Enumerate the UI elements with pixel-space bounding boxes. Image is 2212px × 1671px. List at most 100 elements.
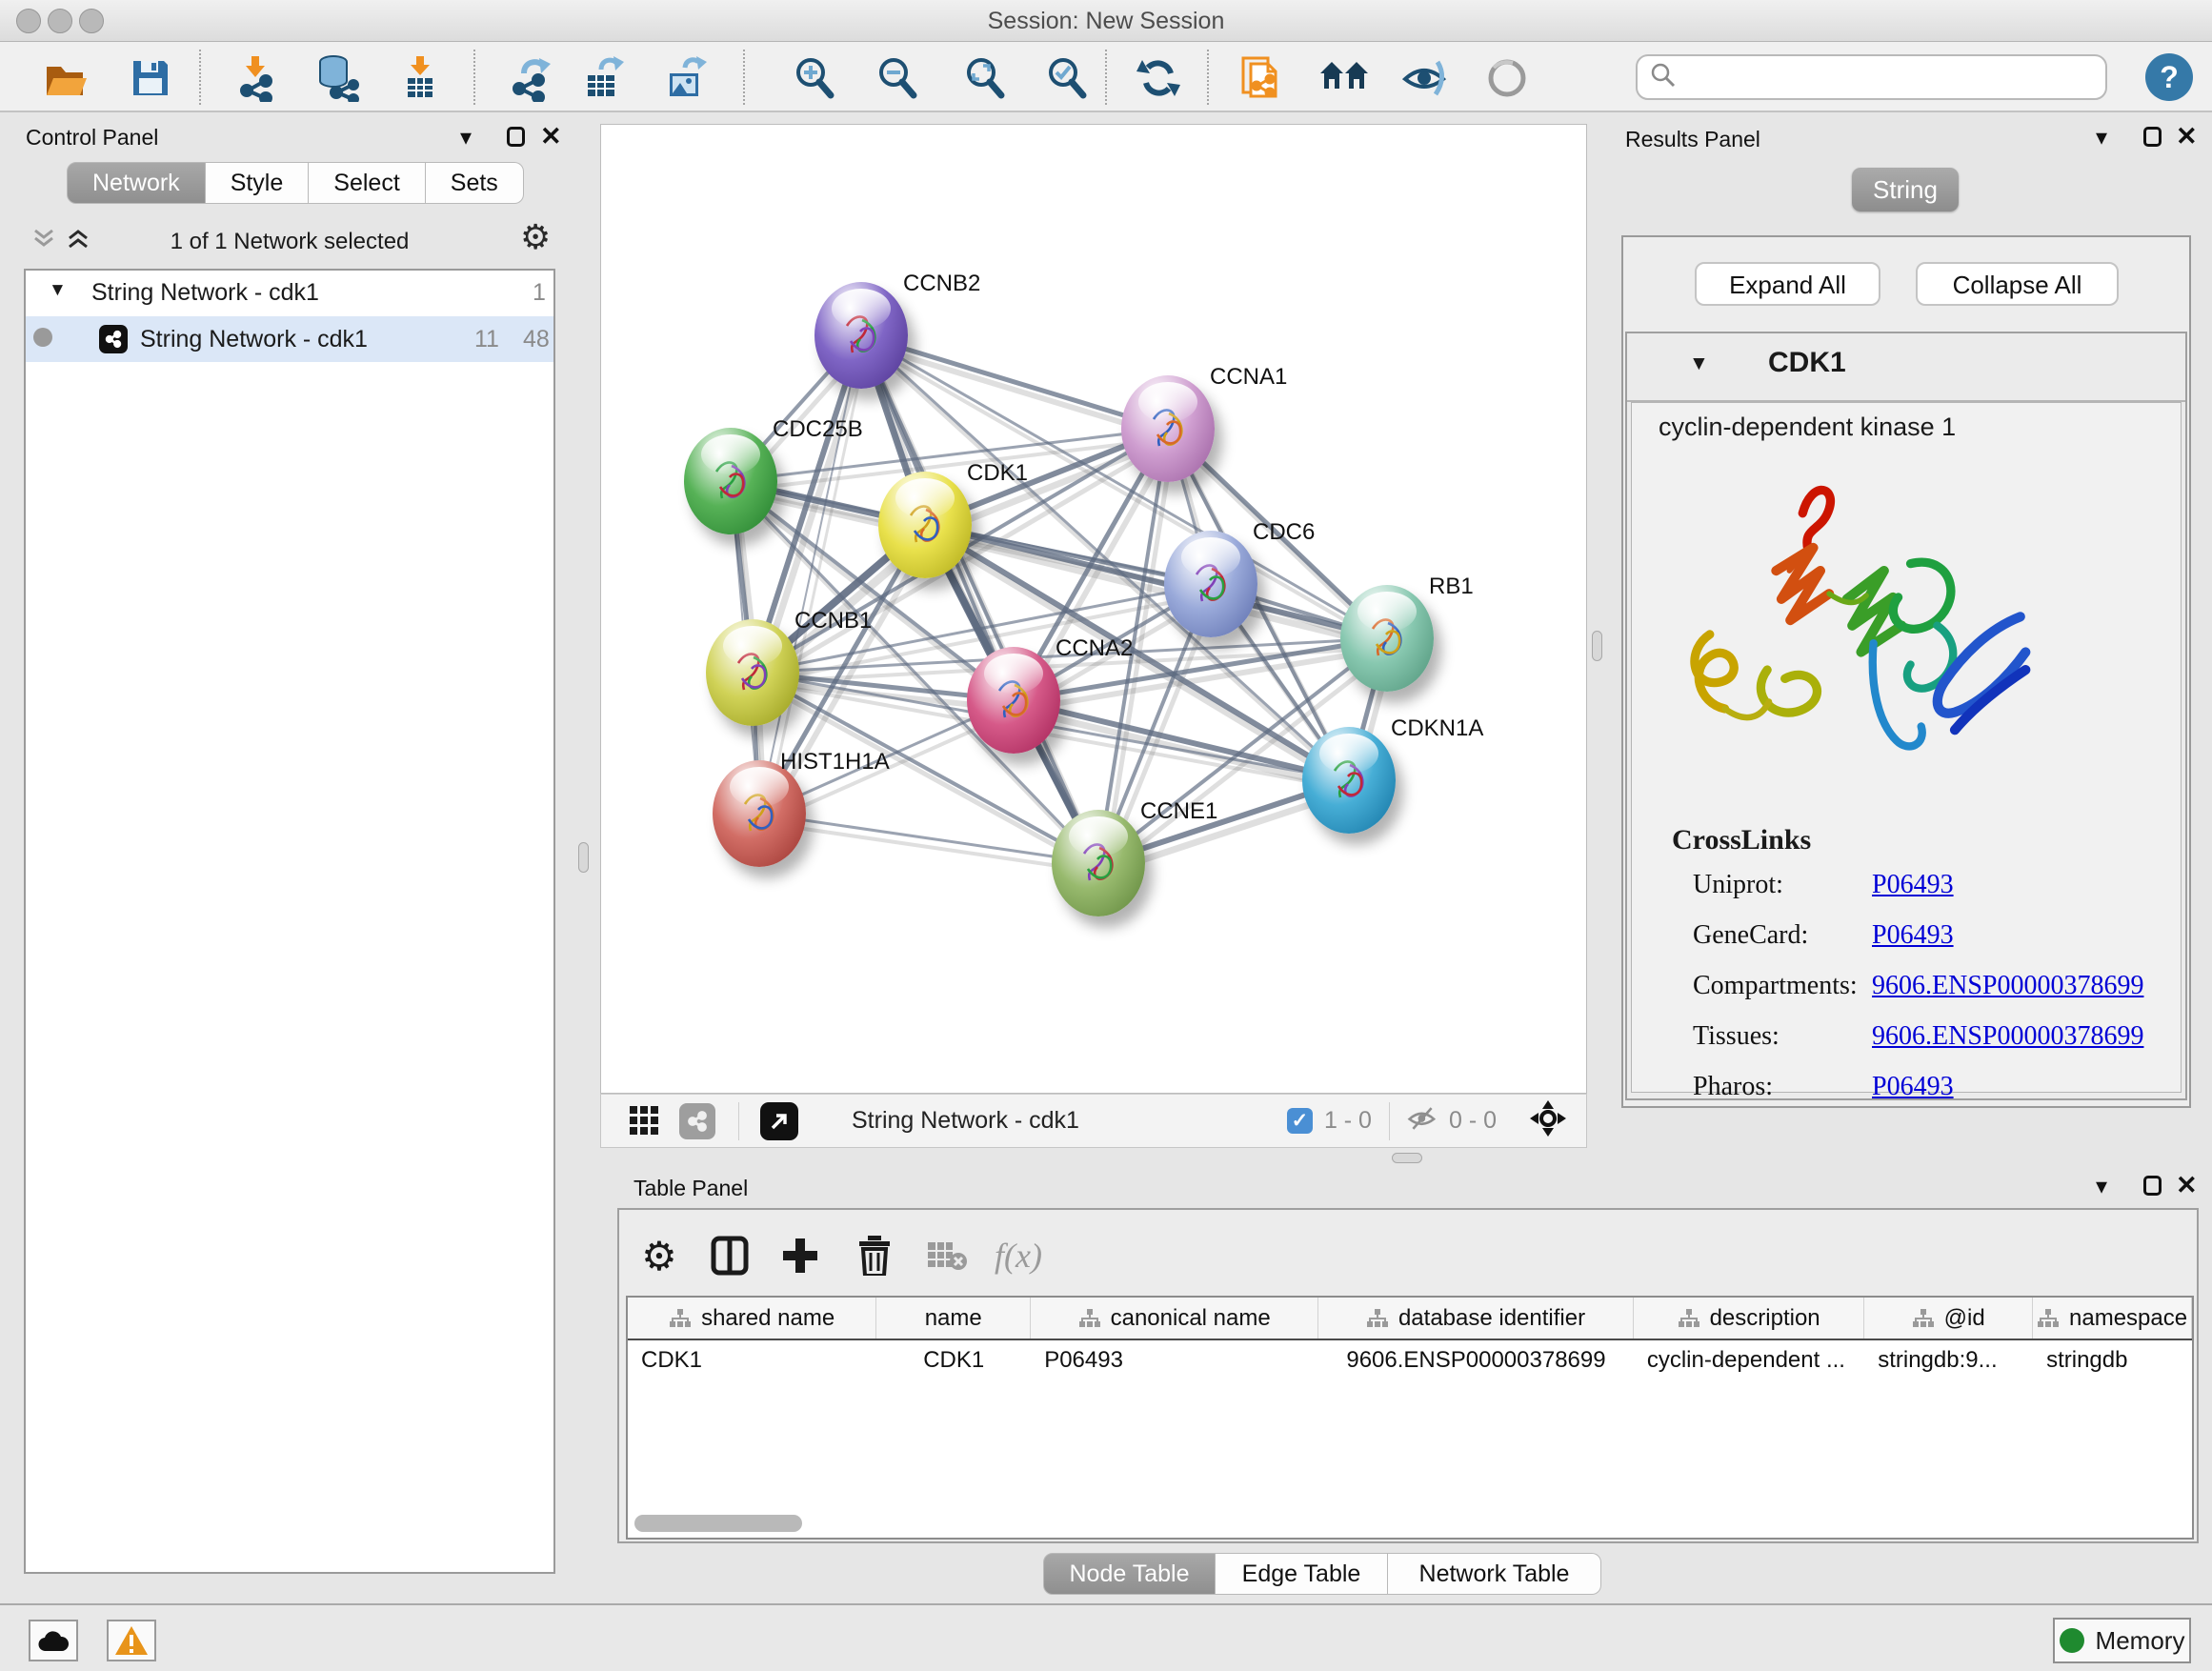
network-node-CCNB2[interactable] <box>814 282 908 389</box>
table-cell[interactable]: stringdb <box>2033 1347 2192 1374</box>
network-node-CDC25B[interactable] <box>684 428 777 534</box>
table-row[interactable]: CDK1CDK1P064939606.ENSP00000378699cyclin… <box>628 1340 2192 1380</box>
table-panel-collapse-button[interactable]: ▾ <box>2096 1173 2107 1200</box>
memory-button[interactable]: Memory <box>2053 1618 2191 1663</box>
network-options-gear-icon[interactable]: ⚙ <box>520 217 551 257</box>
results-panel-close-button[interactable]: ✕ <box>2176 122 2198 151</box>
network-node-CCNB1[interactable] <box>706 619 799 726</box>
collapse-all-button[interactable]: Collapse All <box>1916 262 2119 306</box>
refresh-view-icon[interactable] <box>1133 52 1184 104</box>
left-splitter-handle[interactable] <box>578 842 589 873</box>
network-node-CCNE1[interactable] <box>1052 810 1145 916</box>
network-collection-row[interactable]: ▼ String Network - cdk1 1 <box>26 271 553 316</box>
tab-style[interactable]: Style <box>206 162 310 204</box>
clone-network-icon[interactable] <box>1236 52 1287 104</box>
crosslink-link[interactable]: 9606.ENSP00000378699 <box>1872 971 2143 1001</box>
table-cell[interactable]: CDK1 <box>628 1347 876 1374</box>
selected-count-checkbox-icon[interactable]: ✓ <box>1287 1108 1313 1134</box>
control-panel-close-button[interactable]: ✕ <box>540 122 562 151</box>
column-header-shared-name[interactable]: shared name <box>628 1298 876 1339</box>
crosslink-link[interactable]: P06493 <box>1872 920 1954 951</box>
network-node-CCNA1[interactable] <box>1121 375 1215 482</box>
network-node-CDK1[interactable] <box>878 472 972 578</box>
zoom-in-icon[interactable] <box>790 52 841 104</box>
table-cell[interactable]: cyclin-dependent ... <box>1634 1347 1864 1374</box>
network-node-CCNA2[interactable] <box>967 647 1060 754</box>
column-header--id[interactable]: @id <box>1864 1298 2033 1339</box>
toolbar-search-input[interactable] <box>1636 54 2107 100</box>
import-database-icon[interactable] <box>311 52 362 104</box>
control-panel-float-button[interactable] <box>507 127 525 151</box>
expand-all-button[interactable]: Expand All <box>1695 262 1880 306</box>
column-header-namespace[interactable]: namespace <box>2033 1298 2192 1339</box>
save-session-icon[interactable] <box>125 52 176 104</box>
show-panel-eye-icon[interactable] <box>1482 52 1534 104</box>
network-view-title: String Network - cdk1 <box>852 1107 1079 1135</box>
column-header-canonical-name[interactable]: canonical name <box>1031 1298 1318 1339</box>
column-header-description[interactable]: description <box>1634 1298 1864 1339</box>
column-header-database-identifier[interactable]: database identifier <box>1318 1298 1634 1339</box>
right-splitter-handle[interactable] <box>1592 631 1602 661</box>
warnings-button[interactable] <box>107 1620 156 1661</box>
network-node-CDKN1A[interactable] <box>1302 727 1396 834</box>
network-nodes-layer: CCNB2CCNA1CDC25BCDK1CDC6RB1CCNB1CCNA2CDK… <box>601 125 1586 1093</box>
tab-network-table[interactable]: Network Table <box>1388 1553 1601 1595</box>
fit-content-crosshair-icon[interactable] <box>1529 1099 1567 1142</box>
show-columns-icon[interactable] <box>707 1233 753 1278</box>
crosslink-link[interactable]: 9606.ENSP00000378699 <box>1872 1021 2143 1052</box>
function-builder-icon[interactable]: f(x) <box>995 1233 1041 1278</box>
delete-table-icon[interactable] <box>924 1233 970 1278</box>
zoom-fit-icon[interactable] <box>960 52 1012 104</box>
table-settings-gear-icon[interactable]: ⚙ <box>636 1233 682 1278</box>
network-node-RB1[interactable] <box>1340 585 1434 692</box>
network-node-HIST1H1A[interactable] <box>713 760 806 867</box>
table-panel-close-button[interactable]: ✕ <box>2176 1171 2198 1200</box>
table-cell[interactable]: CDK1 <box>876 1347 1031 1374</box>
collection-collapse-icon[interactable]: ▼ <box>49 280 67 301</box>
open-session-icon[interactable] <box>39 52 90 104</box>
zoom-selected-icon[interactable] <box>1042 52 1094 104</box>
table-cell[interactable]: P06493 <box>1031 1347 1318 1374</box>
tab-node-table[interactable]: Node Table <box>1043 1553 1216 1595</box>
string-home-icon[interactable] <box>1318 52 1370 104</box>
cloud-status-button[interactable] <box>29 1620 78 1661</box>
tab-network[interactable]: Network <box>67 162 206 204</box>
zoom-out-icon[interactable] <box>873 52 924 104</box>
export-table-icon[interactable] <box>578 52 630 104</box>
import-network-icon[interactable] <box>231 52 282 104</box>
export-image-icon[interactable] <box>660 52 712 104</box>
birdseye-grid-icon[interactable] <box>628 1102 660 1139</box>
hide-panel-eye-icon[interactable] <box>1399 52 1451 104</box>
network-node-CDC6[interactable] <box>1164 531 1257 637</box>
export-network-icon[interactable] <box>505 52 556 104</box>
results-panel-float-button[interactable] <box>2143 127 2162 151</box>
table-cell[interactable]: stringdb:9... <box>1864 1347 2033 1374</box>
tab-sets[interactable]: Sets <box>426 162 524 204</box>
gene-collapse-icon[interactable]: ▼ <box>1689 352 1709 375</box>
add-column-icon[interactable] <box>777 1233 823 1278</box>
help-button[interactable]: ? <box>2145 53 2193 101</box>
delete-column-trash-icon[interactable] <box>852 1233 897 1278</box>
network-row-selected[interactable]: String Network - cdk1 11 48 <box>26 316 553 362</box>
open-in-window-icon[interactable] <box>760 1102 798 1140</box>
crosslink-link[interactable]: P06493 <box>1872 870 1954 900</box>
results-panel-collapse-button[interactable]: ▾ <box>2096 124 2107 151</box>
control-panel-collapse-button[interactable]: ▾ <box>460 124 472 151</box>
table-panel-float-button[interactable] <box>2143 1176 2162 1200</box>
shared-column-icon <box>669 1308 692 1329</box>
node-label-CCNE1: CCNE1 <box>1140 798 1217 825</box>
table-cell[interactable]: 9606.ENSP00000378699 <box>1318 1347 1634 1374</box>
results-tab-string[interactable]: String <box>1852 168 1959 211</box>
crosslink-link[interactable]: P06493 <box>1872 1072 1954 1102</box>
network-share-icon[interactable] <box>679 1103 715 1139</box>
network-canvas[interactable]: CCNB2CCNA1CDC25BCDK1CDC6RB1CCNB1CCNA2CDK… <box>600 124 1587 1094</box>
node-table[interactable]: shared namenamecanonical namedatabase id… <box>626 1296 2194 1540</box>
table-hscrollbar-thumb[interactable] <box>634 1515 802 1532</box>
column-header-name[interactable]: name <box>876 1298 1031 1339</box>
network-tree: ▼ String Network - cdk1 1 String Network… <box>24 269 555 1574</box>
bottom-splitter-handle[interactable] <box>1392 1153 1422 1163</box>
tab-select[interactable]: Select <box>309 162 425 204</box>
import-table-icon[interactable] <box>394 52 446 104</box>
hidden-eye-icon[interactable] <box>1405 1103 1439 1138</box>
tab-edge-table[interactable]: Edge Table <box>1216 1553 1388 1595</box>
